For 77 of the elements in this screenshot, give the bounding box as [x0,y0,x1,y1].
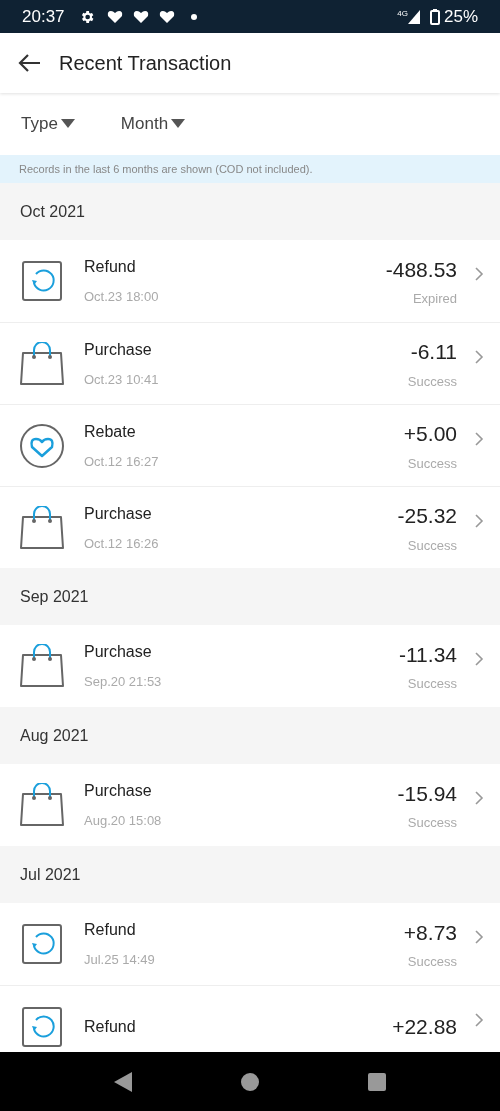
month-heading: Sep 2021 [20,586,89,607]
filter-dropdown[interactable]: Month [120,111,186,137]
back-icon[interactable] [114,1071,133,1092]
status-label: Success [407,675,457,693]
app-notification-icon [106,9,123,24]
chevron-right-icon [474,349,484,365]
amount: +5.00 [403,421,457,447]
amount: -488.53 [385,256,457,283]
transaction-type: Refund [84,920,137,941]
transaction-time: Oct.23 10:41 [84,370,159,389]
recents-icon[interactable] [367,1072,386,1091]
transaction-type: Rebate [84,421,137,442]
status-label: Success [407,454,457,473]
refund-icon [20,259,64,303]
amount: -11.34 [399,641,457,668]
notice-banner: Records in the last 6 months are shown (COD not included). [0,155,500,183]
amount: +8.73 [403,919,457,946]
clock: 20:37 [22,5,65,28]
filter-dropdown[interactable]: Type [21,111,75,137]
battery-level: 25% [443,5,478,28]
transaction-type: Refund [84,1016,136,1037]
transaction-type: Refund [84,257,137,278]
transaction-row[interactable]: Refund Oct.23 18:00 -488.53 Expired [0,240,500,322]
transaction-time: Oct.12 16:27 [84,452,159,471]
month-heading: Aug 2021 [20,725,89,746]
network-type: 4G [397,8,408,20]
shopping-bag-icon [19,505,65,550]
app-notification-icon [158,9,175,24]
transaction-time: Oct.23 18:00 [84,288,159,307]
month-heading: Jul 2021 [20,864,81,885]
transaction-row[interactable]: Purchase Oct.12 16:26 -25.32 Success [0,486,500,568]
transaction-row[interactable]: Refund +22.88 [0,985,500,1052]
shopping-bag-icon [19,341,65,386]
status-label: Success [407,372,457,391]
chevron-right-icon [474,431,484,447]
app-notification-icon [132,9,149,24]
refund-icon [20,922,64,966]
amount: -6.11 [410,339,457,365]
transaction-row[interactable]: Rebate Oct.12 16:27 +5.00 Success [0,404,500,486]
transaction-row[interactable]: Purchase Oct.23 10:41 -6.11 Success [0,322,500,404]
amount: -25.32 [397,503,457,529]
transaction-row[interactable]: Refund Jul.25 14:49 +8.73 Success [0,903,500,985]
transaction-type: Purchase [84,781,153,802]
status-label: Success [407,536,457,555]
status-label: Success [407,814,457,832]
shopping-bag-icon [19,783,65,827]
chevron-right-icon [474,1012,484,1028]
transaction-time: Oct.12 16:26 [84,534,159,553]
status-label: Success [407,953,457,971]
amount: -15.94 [397,780,457,807]
heart-coin-icon [19,422,65,469]
page-title: Recent Transaction [59,51,232,76]
transaction-type: Purchase [84,339,153,360]
month-heading: Oct 2021 [20,201,85,222]
transaction-type: Purchase [84,642,153,663]
signal-icon [407,9,420,24]
transaction-type: Purchase [84,503,153,524]
shopping-bag-icon [19,644,65,688]
chevron-right-icon [474,513,484,529]
home-icon[interactable] [241,1072,259,1091]
chevron-right-icon [474,651,484,667]
chevron-right-icon [474,790,484,806]
transaction-time: Jul.25 14:49 [84,951,155,970]
battery-icon [429,8,440,25]
amount: +22.88 [392,1013,457,1040]
chevron-right-icon [474,929,484,945]
dot-icon [190,13,197,20]
transaction-row[interactable]: Purchase Sep.20 21:53 -11.34 Success [0,625,500,707]
transaction-time: Aug.20 15:08 [84,812,162,831]
status-label: Expired [412,290,457,308]
chevron-right-icon [474,266,484,282]
caret-icon [171,119,186,129]
transaction-row[interactable]: Purchase Aug.20 15:08 -15.94 Success [0,764,500,846]
caret-icon [60,119,75,129]
refund-icon [20,1004,64,1049]
transaction-time: Sep.20 21:53 [84,673,162,692]
back-icon[interactable] [18,53,42,73]
